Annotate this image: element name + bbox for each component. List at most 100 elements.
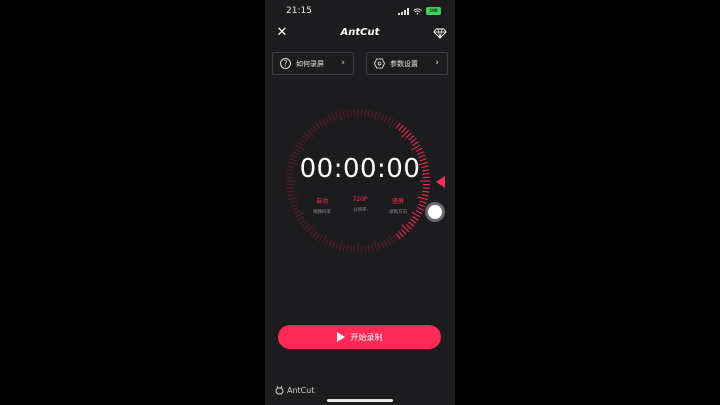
brand-logo: AntCut xyxy=(340,27,380,38)
dial-tick xyxy=(410,218,417,224)
dial-tick xyxy=(421,194,429,197)
status-time: 21:15 xyxy=(286,6,312,16)
dial-tick xyxy=(293,147,301,152)
dial-tick xyxy=(401,228,407,235)
recording-params: 自动 视频码率 720P 分辨率 竖屏 录制方向 xyxy=(303,196,417,215)
option-cards: ? 如何录屏 › 参数设置 › xyxy=(272,52,448,75)
dial-tick xyxy=(304,132,311,138)
dial-tick xyxy=(318,235,324,242)
dial-tick xyxy=(299,218,306,224)
dial-tick xyxy=(380,241,385,249)
signal-icon xyxy=(398,7,409,15)
dial-tick xyxy=(373,240,378,251)
floating-ball-toggle[interactable] xyxy=(425,202,445,222)
how-to-record-button[interactable]: ? 如何录屏 › xyxy=(272,52,354,75)
dial-tick xyxy=(415,147,423,152)
antcut-logo-icon xyxy=(275,385,284,395)
dial-tick xyxy=(309,127,315,134)
dial-tick xyxy=(301,135,308,141)
dial-tick xyxy=(312,231,318,238)
chevron-right-icon: › xyxy=(435,58,439,68)
dial-tick xyxy=(349,245,352,253)
dial-tick xyxy=(387,116,392,124)
dial-tick xyxy=(395,122,401,129)
parameter-settings-label: 参数设置 xyxy=(390,59,418,68)
dial-tick xyxy=(422,187,430,190)
param-resolution-value: 720P xyxy=(352,196,368,203)
dial-tick xyxy=(367,245,370,253)
dial-tick xyxy=(288,196,299,201)
param-bitrate-label: 视频码率 xyxy=(313,210,331,215)
dial-tick xyxy=(304,224,311,230)
dial-tick xyxy=(383,115,388,122)
dial-tick xyxy=(286,187,294,190)
dial-tick xyxy=(373,111,378,122)
dial-tick xyxy=(286,190,294,193)
dial-tick xyxy=(418,203,426,208)
dial-tick xyxy=(380,113,385,121)
param-resolution[interactable]: 720P 分辨率 xyxy=(341,196,379,215)
settings-hexagon-icon xyxy=(374,58,385,69)
dial-tick xyxy=(346,245,349,253)
dial-tick xyxy=(328,115,333,122)
timer-display: 00:00:00 xyxy=(299,154,421,184)
dial-tick xyxy=(422,190,430,193)
dial-tick xyxy=(342,244,345,252)
dial-tick xyxy=(342,110,345,118)
dial-tick xyxy=(338,240,343,251)
status-bar: 21:15 100 xyxy=(265,0,455,22)
how-to-record-label: 如何录屏 xyxy=(296,59,324,68)
dial-tick xyxy=(309,228,315,235)
param-bitrate[interactable]: 自动 视频码率 xyxy=(303,196,341,215)
dial-tick xyxy=(405,132,412,138)
footer-brand-label: AntCut xyxy=(287,385,315,395)
home-indicator[interactable] xyxy=(327,399,393,402)
dial-tick xyxy=(398,124,404,131)
dial-tick xyxy=(346,109,349,117)
dial-tick xyxy=(315,122,321,129)
play-icon xyxy=(336,332,345,342)
battery-icon: 100 xyxy=(426,7,441,15)
param-orientation-value: 竖屏 xyxy=(391,198,404,205)
param-orientation[interactable]: 竖屏 录制方向 xyxy=(379,196,417,215)
phone-screen: 21:15 100 ✕ AntCut ? 如何录屏 › 参数设置 › 00:00… xyxy=(265,0,455,405)
dial-tick xyxy=(405,224,412,230)
dial-tick xyxy=(419,200,427,204)
dial-tick xyxy=(408,221,415,227)
dial-tick xyxy=(412,215,419,221)
param-bitrate-value: 自动 xyxy=(315,198,328,205)
dial-tick xyxy=(335,112,339,120)
footer-brand: AntCut xyxy=(275,385,314,395)
dial-tick xyxy=(395,233,401,240)
dial-tick xyxy=(315,233,321,240)
question-icon: ? xyxy=(280,58,291,69)
dial-tick xyxy=(297,141,304,147)
dial-tick xyxy=(292,206,299,211)
dial-tick xyxy=(324,238,329,246)
dial-tick xyxy=(377,242,381,250)
dial-tick xyxy=(293,210,301,215)
dial-tick xyxy=(387,238,392,246)
diamond-icon[interactable] xyxy=(433,26,447,40)
dial-tick xyxy=(398,231,404,238)
dial-tick xyxy=(331,113,336,121)
dial-tick xyxy=(417,196,428,201)
dial-tick xyxy=(338,111,343,122)
dial-tick xyxy=(371,110,374,118)
dial-tick xyxy=(392,235,398,242)
dial-tick xyxy=(287,194,295,197)
dial-tick xyxy=(367,109,370,117)
parameter-settings-button[interactable]: 参数设置 › xyxy=(366,52,448,75)
dial-tick xyxy=(301,221,308,227)
dial-tick xyxy=(410,138,417,144)
dial-tick xyxy=(324,116,329,124)
dial-tick xyxy=(349,109,352,117)
dial-marker-icon xyxy=(436,176,445,188)
dial-tick xyxy=(408,135,415,141)
chevron-right-icon: › xyxy=(341,58,345,68)
start-recording-button[interactable]: 开始录制 xyxy=(278,325,441,349)
dial-tick xyxy=(289,200,297,204)
dial-tick xyxy=(392,120,398,127)
param-orientation-label: 录制方向 xyxy=(389,210,407,215)
wifi-icon xyxy=(413,7,422,15)
